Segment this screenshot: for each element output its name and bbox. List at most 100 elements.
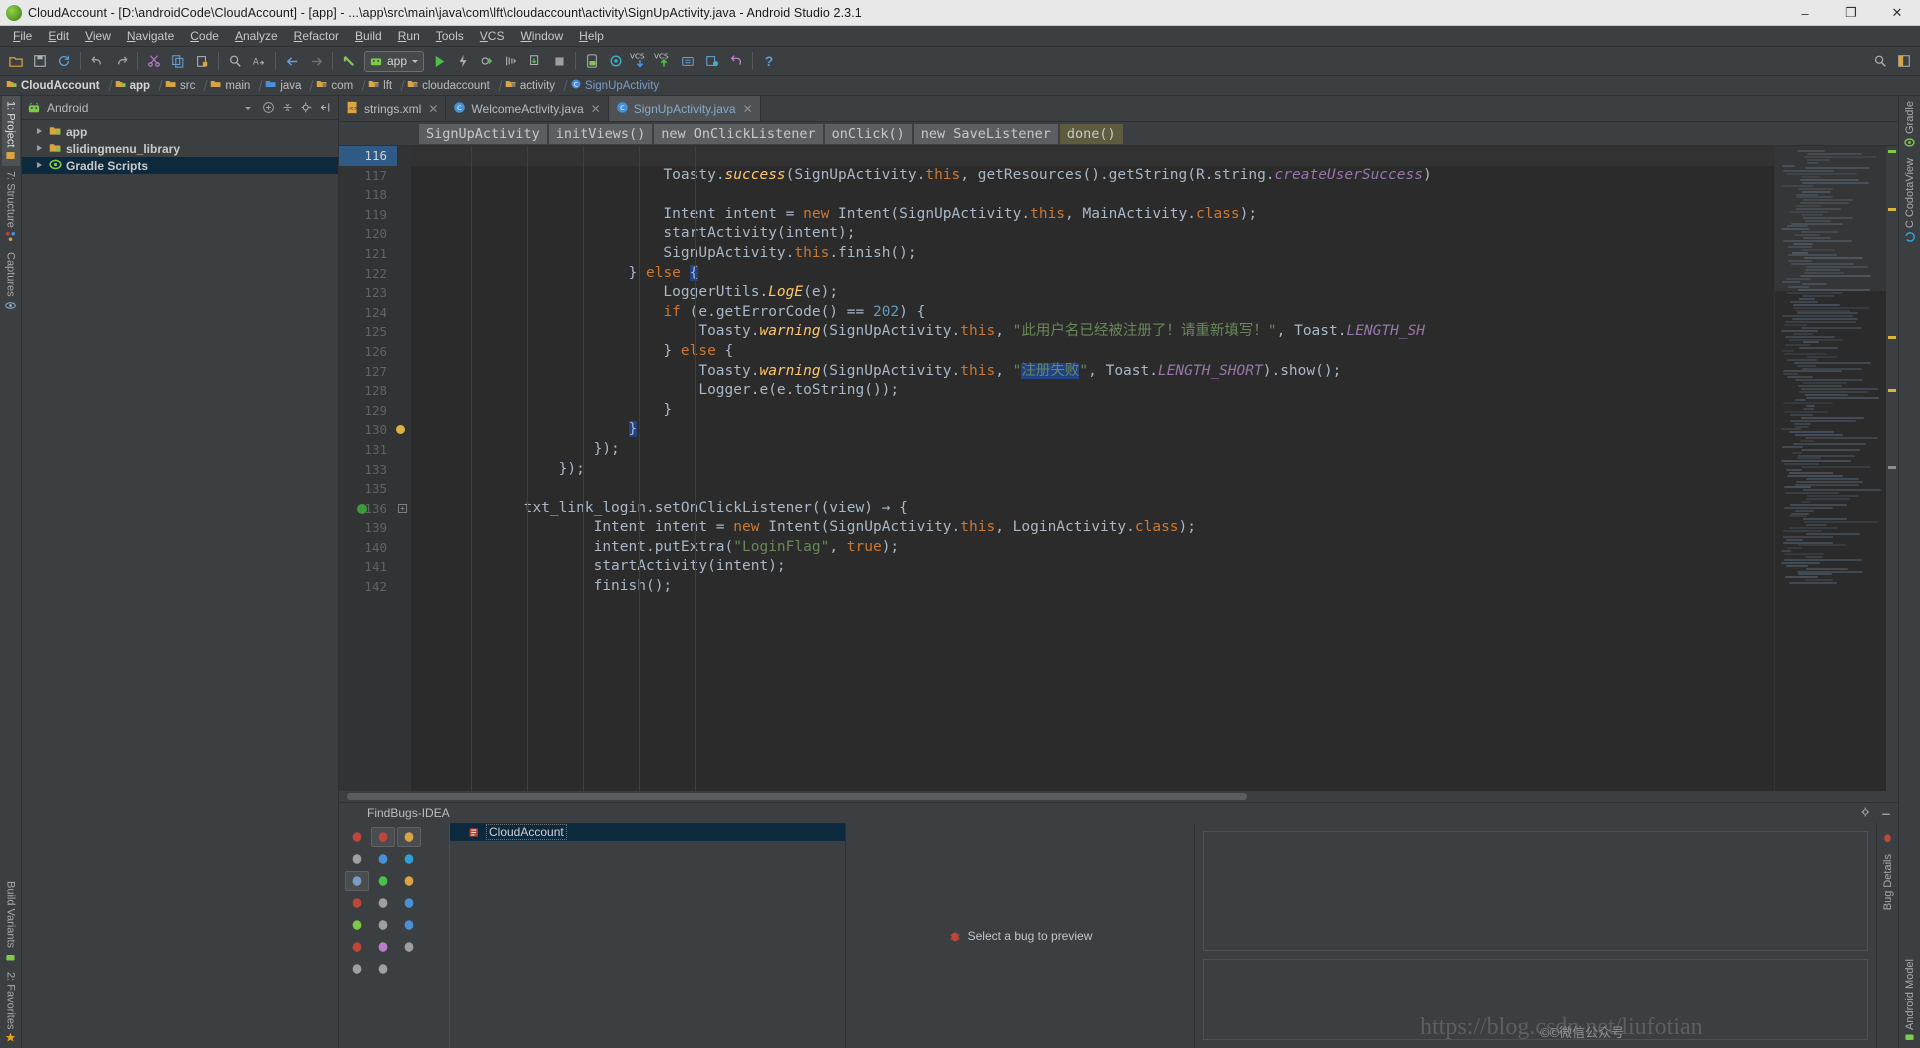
group-icon[interactable] [345,915,369,935]
close-icon[interactable]: ✕ [428,102,438,116]
tool-window-tab-7-structure[interactable]: 7: Structure [2,166,20,247]
menu-item-analyze[interactable]: Analyze [227,27,286,45]
project-tree[interactable]: app slidingmenu_library Gradle Scripts [22,120,338,1048]
search-everywhere-icon[interactable] [1868,49,1892,73]
menu-item-file[interactable]: File [5,27,40,45]
code-folding-strip[interactable]: + [357,146,411,791]
copy-icon[interactable] [166,49,190,73]
minimize-icon[interactable] [1880,806,1892,821]
settings-icon[interactable] [298,99,315,116]
expand-icon[interactable] [279,99,296,116]
expand-all-icon[interactable] [371,915,395,935]
analyze-class-icon[interactable] [397,849,421,869]
code-line[interactable]: } [411,420,1774,440]
fold-expand-icon[interactable]: + [398,503,407,513]
method-crumb-done-[interactable]: done() [1059,123,1123,144]
menu-item-vcs[interactable]: VCS [472,27,513,45]
menu-item-view[interactable]: View [77,27,119,45]
minimize-button[interactable]: – [1782,0,1828,26]
code-line[interactable]: Toasty.warning(SignUpActivity.this, "此用户… [411,322,1774,342]
vcs-commit-icon[interactable]: VCS [652,49,676,73]
tool-window-tab-1-project[interactable]: 1: Project [1,96,20,167]
breadcrumb-item-lft[interactable]: lft [366,77,394,95]
analyze-changelist-icon[interactable] [345,893,369,913]
editor-tab-strings-xml[interactable]: <> strings.xml ✕ [339,96,447,121]
open-folder-icon[interactable] [4,49,28,73]
analyze-package-icon[interactable] [397,871,421,891]
method-crumb-initviews-[interactable]: initViews() [548,123,653,144]
line-number-gutter[interactable]: 116 117 118 119 120 121 122 123 124 125 126 127 128 1… [339,146,397,791]
tool-window-tab-captures[interactable]: Captures [2,247,20,316]
analyze-selected-icon[interactable] [371,827,395,847]
menu-item-window[interactable]: Window [512,27,571,45]
close-button[interactable]: ✕ [1874,0,1920,26]
minimap-viewport[interactable] [1775,146,1886,291]
code-line[interactable]: }); [411,460,1774,480]
plugin-icon[interactable] [371,937,395,957]
analyze-project-icon[interactable] [397,915,421,935]
paste-icon[interactable] [190,49,214,73]
close-icon[interactable]: ✕ [743,102,753,116]
menu-item-tools[interactable]: Tools [428,27,472,45]
tool-window-tab-c-codotaview[interactable]: C CodotaView [1901,153,1919,247]
expand-arrow-icon[interactable] [36,161,45,170]
search-icon[interactable] [371,893,395,913]
gradle-sync-icon[interactable] [337,49,361,73]
layout-icon[interactable] [1892,49,1916,73]
menu-item-refactor[interactable]: Refactor [286,27,347,45]
vcs-update-icon[interactable]: VCS [628,49,652,73]
menu-item-help[interactable]: Help [571,27,612,45]
code-line[interactable]: Logger.e(e.toString()); [411,381,1774,401]
tree-node-slidingmenu-library[interactable]: slidingmenu_library [22,140,338,157]
error-stripe-mark[interactable] [1888,208,1896,211]
download-icon[interactable] [371,871,395,891]
breadcrumb-item-java[interactable]: java [263,77,303,95]
expand-arrow-icon[interactable] [36,127,45,136]
method-crumb-signupactivity[interactable]: SignUpActivity [419,123,547,144]
menu-item-navigate[interactable]: Navigate [119,27,182,45]
history-icon[interactable] [676,49,700,73]
expand-arrow-icon[interactable] [36,144,45,153]
code-line[interactable]: startActivity(intent); [411,557,1774,577]
method-crumb-new-savelistener[interactable]: new SaveListener [913,123,1058,144]
forward-icon[interactable] [304,49,328,73]
debug-icon[interactable] [475,49,499,73]
bug-details-tab[interactable]: Bug Details [1879,849,1897,915]
code-line[interactable]: intent.putExtra("LoginFlag", true); [411,538,1774,558]
breadcrumb-item-app[interactable]: app [113,77,152,95]
code-line[interactable]: finish(); [411,577,1774,597]
code-line[interactable]: } [411,401,1774,421]
lambda-gutter-icon[interactable] [357,503,367,514]
code-line[interactable]: } else { [411,264,1774,284]
error-stripe-mark[interactable] [1888,150,1896,153]
settings-icon[interactable] [397,937,421,957]
rollback-icon[interactable] [700,49,724,73]
import-icon[interactable] [397,827,421,847]
revert-icon[interactable] [724,49,748,73]
filter-icon[interactable] [345,871,369,891]
tool-window-tab-gradle[interactable]: Gradle [1901,96,1919,153]
sdk-manager-icon[interactable] [604,49,628,73]
analyze-module-icon[interactable] [371,849,395,869]
error-stripe[interactable] [1886,146,1898,791]
code-text-area[interactable]: Toasty.success(SignUpActivity.this, getR… [411,146,1774,791]
editor-horizontal-scrollbar[interactable] [339,791,1898,802]
breadcrumb-item-com[interactable]: com [314,77,355,95]
collapse-icon[interactable] [260,99,277,116]
code-line[interactable]: startActivity(intent); [411,224,1774,244]
findbugs-tree[interactable]: CloudAccount [449,823,845,1048]
analyze-bug-icon[interactable] [345,827,369,847]
close-icon[interactable]: ✕ [591,102,601,116]
code-minimap[interactable] [1774,146,1886,791]
editor-tab-signupactivity-java[interactable]: C SignUpActivity.java ✕ [608,96,761,121]
code-line[interactable]: LoggerUtils.LogE(e); [411,283,1774,303]
code-line[interactable] [411,479,1774,499]
code-line[interactable]: Toasty.success(SignUpActivity.this, getR… [411,166,1774,186]
error-stripe-mark[interactable] [1888,336,1896,339]
menu-item-build[interactable]: Build [347,27,390,45]
code-line[interactable]: txt_link_login.setOnClickListener((view)… [411,499,1774,519]
code-line[interactable]: Intent intent = new Intent(SignUpActivit… [411,205,1774,225]
preview-icon[interactable] [345,959,369,979]
breadcrumb-item-activity[interactable]: activity [503,77,557,95]
hide-icon[interactable] [317,99,334,116]
